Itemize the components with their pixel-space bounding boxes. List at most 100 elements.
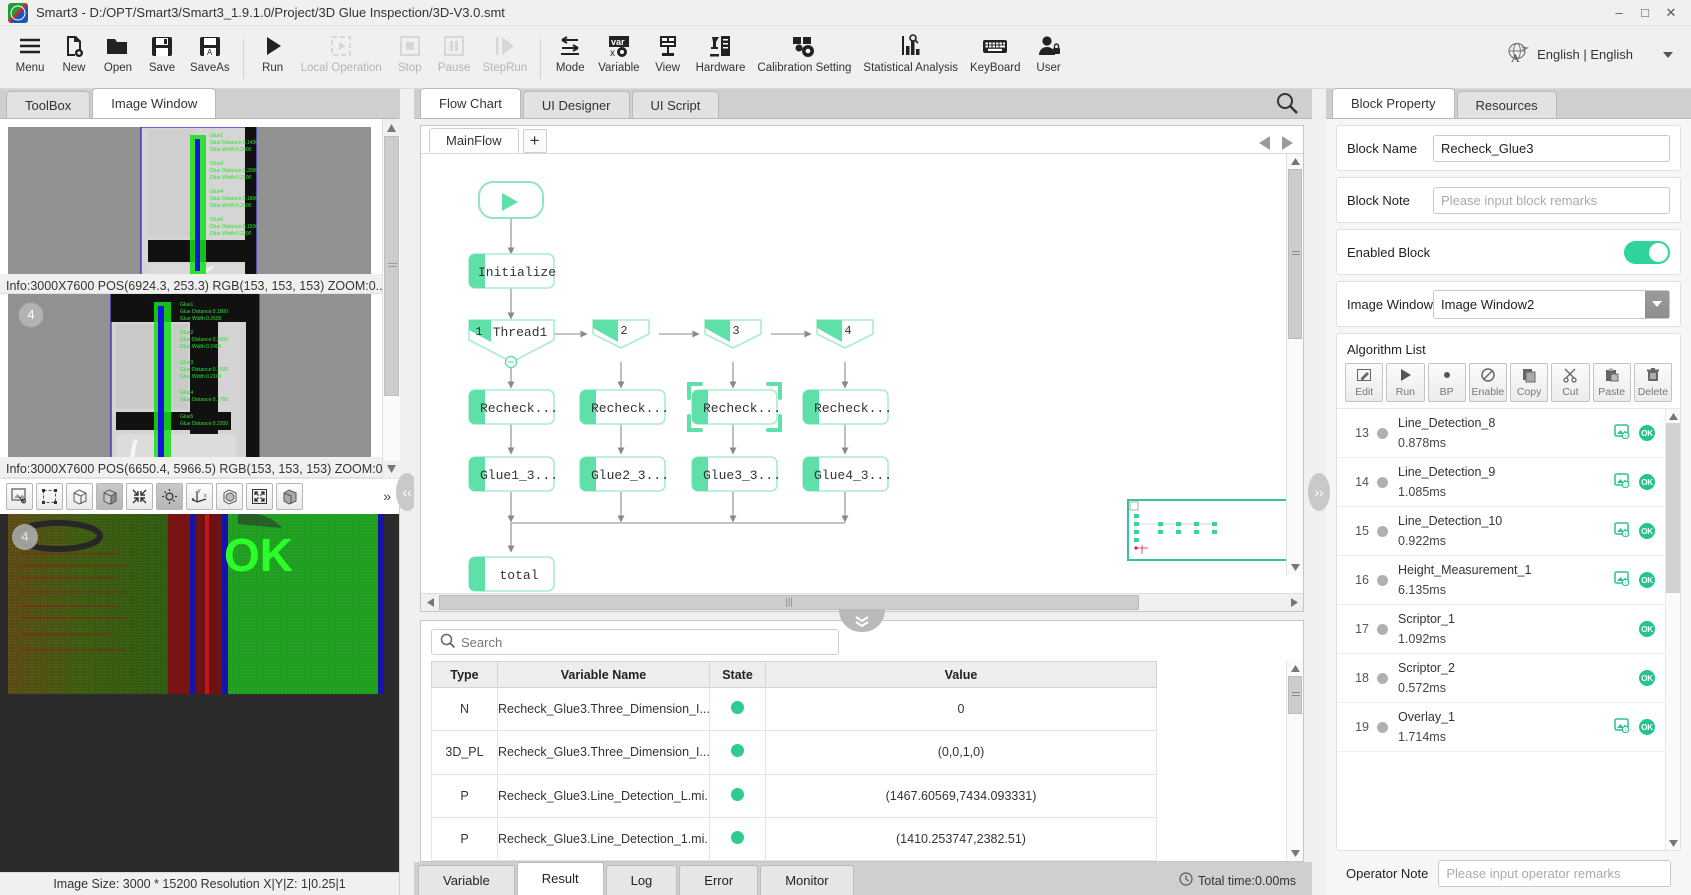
list-item[interactable]: 13 Line_Detection_8 0.878ms i OK: [1337, 409, 1665, 458]
tab-flow-chart[interactable]: Flow Chart: [420, 88, 521, 118]
hscroll-track[interactable]: |||: [439, 595, 1285, 610]
scroll-up-icon[interactable]: [1287, 154, 1303, 169]
tab-variable[interactable]: Variable: [418, 865, 515, 895]
toolbar-button-local-operation[interactable]: Local Operation: [295, 29, 388, 76]
flow-vertical-scrollbar[interactable]: [1286, 154, 1303, 575]
tab-image-window[interactable]: Image Window: [92, 88, 216, 118]
solid-box-icon[interactable]: [96, 483, 123, 510]
search-box[interactable]: [431, 629, 839, 655]
scroll-down-icon[interactable]: [1287, 846, 1304, 861]
collapse-right-icon[interactable]: ››: [1308, 473, 1330, 511]
nav-next-icon[interactable]: [1281, 136, 1293, 153]
algo-edit-button[interactable]: Edit: [1345, 363, 1383, 402]
chevron-down-icon[interactable]: [1663, 52, 1673, 58]
toolbar-button-steprun[interactable]: StepRun: [476, 29, 533, 76]
toolbar-button-pause[interactable]: Pause: [432, 29, 477, 76]
list-item[interactable]: 16 Height_Measurement_1 6.135ms i OK: [1337, 556, 1665, 605]
algo-run-button[interactable]: Run: [1386, 363, 1424, 402]
algo-enable-button[interactable]: Enable: [1469, 363, 1507, 402]
scroll-right-icon[interactable]: [1285, 594, 1303, 612]
flow-canvas[interactable]: Initialize 1 Thread1: [421, 154, 1303, 593]
scroll-up-icon[interactable]: [383, 119, 400, 136]
add-flow-tab-button[interactable]: +: [523, 129, 547, 153]
list-item[interactable]: 14 Line_Detection_9 1.085ms i OK: [1337, 458, 1665, 507]
light-bulb-icon[interactable]: [156, 483, 183, 510]
hscroll-thumb[interactable]: |||: [439, 595, 1139, 610]
image-view-1[interactable]: Glue2Glue Distance:0.1400Glue Width:0.24…: [8, 127, 371, 274]
fit-screen-icon[interactable]: [246, 483, 273, 510]
list-item[interactable]: 19 Overlay_1 1.714ms i OK: [1337, 703, 1665, 752]
scroll-up-icon[interactable]: [1666, 409, 1680, 423]
list-item[interactable]: 17 Scriptor_1 1.092ms OK: [1337, 605, 1665, 654]
scroll-thumb[interactable]: [1666, 423, 1680, 593]
image-info-icon[interactable]: i: [1614, 571, 1630, 589]
scroll-up-icon[interactable]: [1287, 661, 1303, 676]
table-row[interactable]: N Recheck_Glue3.Three_Dimension_I... 0: [432, 688, 1157, 731]
tab-resources[interactable]: Resources: [1457, 91, 1557, 118]
algorithm-scrollbar[interactable]: [1665, 409, 1680, 850]
toolbar-button-user[interactable]: User: [1027, 29, 1071, 76]
table-row[interactable]: P Recheck_Glue3.Line_Detection_L.mi... (…: [432, 774, 1157, 817]
shrink-icon[interactable]: [126, 483, 153, 510]
right-splitter[interactable]: ››: [1312, 89, 1326, 895]
tab-result[interactable]: Result: [517, 862, 604, 895]
scroll-track[interactable]: [383, 136, 400, 461]
toolbar-button-saveas[interactable]: A SaveAs: [184, 29, 236, 76]
tab-error[interactable]: Error: [679, 865, 758, 895]
algo-paste-button[interactable]: Paste: [1593, 363, 1631, 402]
block-note-input[interactable]: Please input block remarks: [1433, 187, 1670, 214]
crop-cut-icon[interactable]: [6, 483, 33, 510]
toolbar-button-save[interactable]: Save: [140, 29, 184, 76]
operator-note-input[interactable]: Please input operator remarks: [1438, 860, 1671, 887]
algo-cut-button[interactable]: Cut: [1551, 363, 1589, 402]
point-cloud-view[interactable]: OK 4: [0, 514, 399, 873]
image-info-icon[interactable]: i: [1614, 522, 1630, 540]
minimize-icon[interactable]: –: [1611, 5, 1627, 21]
flow-minimap[interactable]: [1127, 499, 1291, 561]
wireframe-box-icon[interactable]: [66, 483, 93, 510]
tab-ui-script[interactable]: UI Script: [632, 91, 720, 118]
sphere-box-icon[interactable]: [216, 483, 243, 510]
scroll-down-icon[interactable]: [1287, 560, 1303, 575]
flow-horizontal-scrollbar[interactable]: |||: [421, 593, 1303, 611]
left-splitter[interactable]: ‹‹: [400, 89, 414, 895]
scroll-thumb[interactable]: [384, 136, 399, 396]
image-view-2[interactable]: Glue1Glue Distance:0.1800Glue Width:0.26…: [8, 294, 371, 457]
search-input[interactable]: [461, 635, 830, 650]
tab-log[interactable]: Log: [606, 865, 678, 895]
image-info-icon[interactable]: i: [1614, 424, 1630, 442]
table-vertical-scrollbar[interactable]: [1286, 661, 1303, 861]
algo-bp-button[interactable]: BP: [1428, 363, 1466, 402]
toolbar-button-mode[interactable]: Mode: [548, 29, 592, 76]
image-vertical-scrollbar[interactable]: [382, 119, 399, 478]
language-selector[interactable]: A English | English: [1505, 42, 1673, 67]
toolbar-button-variable[interactable]: varx Variable: [592, 29, 645, 76]
tab-ui-designer[interactable]: UI Designer: [523, 91, 630, 118]
table-row[interactable]: P Recheck_Glue3.Line_Detection_1.mi... (…: [432, 817, 1157, 860]
toolbar-button-new[interactable]: New: [52, 29, 96, 76]
image-window-select[interactable]: Image Window2: [1433, 290, 1670, 319]
nav-prev-icon[interactable]: [1259, 136, 1271, 153]
search-icon[interactable]: [1276, 92, 1298, 117]
tab-block-property[interactable]: Block Property: [1332, 88, 1455, 118]
toolbar-button-statistics[interactable]: Statistical Analysis: [857, 29, 964, 76]
close-icon[interactable]: ✕: [1663, 5, 1679, 21]
algo-delete-button[interactable]: Delete: [1634, 363, 1672, 402]
image-tools-more-icon[interactable]: »: [383, 488, 393, 504]
image-info-icon[interactable]: i: [1614, 473, 1630, 491]
toolbar-button-open[interactable]: Open: [96, 29, 140, 76]
select-region-icon[interactable]: [36, 483, 63, 510]
scroll-thumb[interactable]: [1288, 676, 1302, 714]
chevron-down-icon[interactable]: [1645, 291, 1669, 318]
subtab-mainflow[interactable]: MainFlow: [429, 128, 519, 153]
box-view-icon[interactable]: [276, 483, 303, 510]
list-item[interactable]: 15 Line_Detection_10 0.922ms i OK: [1337, 507, 1665, 556]
tab-monitor[interactable]: Monitor: [760, 865, 853, 895]
toolbar-button-menu[interactable]: Menu: [8, 29, 52, 76]
toolbar-button-hardware[interactable]: Hardware: [690, 29, 752, 76]
scroll-thumb[interactable]: [1288, 169, 1302, 339]
scroll-down-icon[interactable]: [383, 461, 400, 478]
scroll-left-icon[interactable]: [421, 594, 439, 612]
block-name-input[interactable]: Recheck_Glue3: [1433, 135, 1670, 162]
image-info-icon[interactable]: i: [1614, 718, 1630, 736]
